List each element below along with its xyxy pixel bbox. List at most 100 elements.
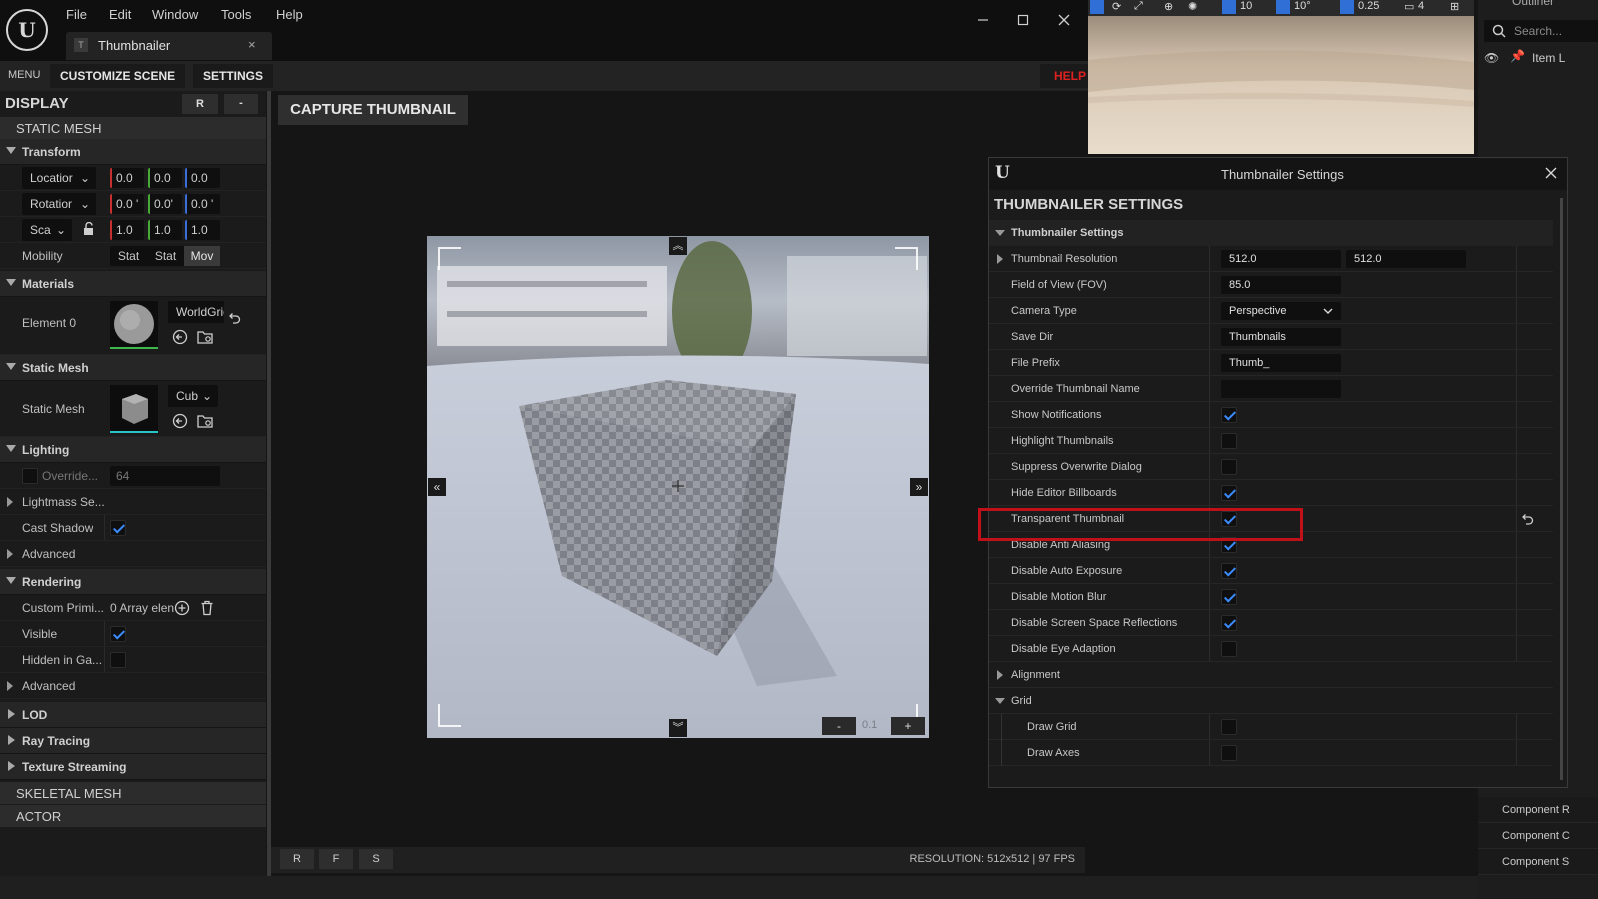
rotation-y-field[interactable]: 0.0' [148, 194, 182, 214]
close-window-icon[interactable] [1051, 8, 1077, 32]
disable-motion-blur-checkbox[interactable] [1221, 589, 1237, 605]
tab-close-icon[interactable]: × [248, 37, 256, 52]
browse-folder-icon[interactable] [197, 329, 214, 345]
level-viewport[interactable] [1088, 0, 1474, 154]
unreal-logo-icon[interactable]: U [6, 9, 48, 51]
menu-file[interactable]: File [66, 7, 87, 22]
move-left-icon[interactable]: « [428, 478, 446, 496]
reset-button[interactable]: R [182, 94, 218, 114]
material-dropdown[interactable]: WorldGrid [168, 301, 224, 323]
section-texture-streaming[interactable]: Texture Streaming [0, 754, 266, 780]
resolution-x-input[interactable]: 512.0 [1221, 250, 1341, 268]
item-label-column[interactable]: Item L [1532, 51, 1565, 65]
eye-icon[interactable]: 👁 [1484, 51, 1499, 65]
override-checkbox[interactable] [22, 468, 38, 484]
grid-snap-icon[interactable] [1222, 0, 1236, 14]
override-name-input[interactable] [1221, 380, 1341, 398]
material-thumbnail[interactable] [110, 301, 158, 349]
close-settings-icon[interactable] [1545, 167, 1557, 179]
mesh-thumbnail[interactable] [110, 385, 158, 433]
delete-icon[interactable] [200, 600, 214, 616]
mobility-stationary-option[interactable]: Stat [147, 246, 184, 266]
draw-grid-checkbox[interactable] [1221, 719, 1237, 735]
settings-group-header[interactable]: Thumbnailer Settings [989, 220, 1553, 246]
hide-billboards-checkbox[interactable] [1221, 485, 1237, 501]
move-right-icon[interactable]: » [910, 478, 928, 496]
rotation-dropdown[interactable]: Rotatior ⌄ [22, 193, 96, 215]
rotation-z-field[interactable]: 0.0 ' [185, 194, 220, 214]
customize-scene-button[interactable]: CUSTOMIZE SCENE [50, 64, 186, 88]
suppress-overwrite-checkbox[interactable] [1221, 459, 1237, 475]
component-row[interactable]: Component R [1478, 797, 1598, 823]
section-rendering[interactable]: Rendering [0, 569, 266, 595]
camera-type-dropdown[interactable]: Perspective [1221, 302, 1341, 320]
grid-row[interactable]: Grid [989, 688, 1553, 714]
rotate-tool-icon[interactable]: ⟳ [1112, 0, 1121, 13]
section-static-mesh[interactable]: Static Mesh [0, 355, 266, 381]
override-value-field[interactable]: 64 [110, 466, 220, 486]
menu-tools[interactable]: Tools [221, 7, 251, 22]
angle-snap-icon[interactable] [1276, 0, 1290, 14]
component-row[interactable]: Component S [1478, 849, 1598, 875]
category-skeletal-mesh[interactable]: SKELETAL MESH [0, 782, 266, 804]
lightmass-row[interactable]: Lightmass Se... [0, 489, 266, 515]
layout-icon[interactable]: ⊞ [1450, 0, 1459, 13]
collapse-button[interactable]: - [224, 94, 258, 114]
reset-to-default-icon[interactable] [1520, 512, 1534, 526]
location-y-field[interactable]: 0.0 [148, 168, 182, 188]
advanced-rendering-row[interactable]: Advanced [0, 673, 266, 699]
move-tool-icon[interactable] [1090, 0, 1104, 14]
move-up-icon[interactable]: ︽ [669, 237, 687, 255]
mobility-static-option[interactable]: Stat [110, 246, 147, 266]
disable-eye-adaption-checkbox[interactable] [1221, 641, 1237, 657]
scale-y-field[interactable]: 1.0 [148, 220, 182, 240]
tab-thumbnailer[interactable]: T Thumbnailer × [66, 32, 272, 60]
scale-dropdown[interactable]: Sca ⌄ [22, 219, 72, 241]
settings-button[interactable]: SETTINGS [193, 64, 274, 88]
world-icon[interactable]: ⊕ [1164, 0, 1173, 13]
category-static-mesh[interactable]: STATIC MESH [0, 117, 266, 139]
category-actor[interactable]: ACTOR [0, 805, 266, 827]
section-transform[interactable]: Transform [0, 139, 266, 165]
mobility-movable-option[interactable]: Mov [184, 246, 220, 266]
angle-snap-value[interactable]: 10° [1294, 0, 1311, 12]
disable-auto-exposure-checkbox[interactable] [1221, 563, 1237, 579]
pin-icon[interactable]: 📌 [1510, 49, 1525, 63]
maximize-icon[interactable] [1010, 8, 1036, 32]
visible-checkbox[interactable] [110, 626, 126, 642]
scale-snap-value[interactable]: 0.25 [1358, 0, 1379, 12]
alignment-row[interactable]: Alignment [989, 662, 1553, 688]
r-button[interactable]: R [280, 849, 314, 869]
expand-arrow-icon[interactable] [997, 254, 1003, 264]
location-z-field[interactable]: 0.0 [185, 168, 220, 188]
reset-arrow-icon[interactable] [227, 311, 241, 325]
scale-x-field[interactable]: 1.0 [110, 220, 144, 240]
draw-axes-checkbox[interactable] [1221, 745, 1237, 761]
section-ray-tracing[interactable]: Ray Tracing [0, 728, 266, 754]
minimize-icon[interactable] [970, 8, 996, 32]
browse-arrow-icon[interactable] [172, 329, 188, 345]
component-row[interactable]: Component C [1478, 823, 1598, 849]
disable-ssr-checkbox[interactable] [1221, 615, 1237, 631]
s-button[interactable]: S [359, 849, 393, 869]
zoom-out-button[interactable]: - [822, 717, 856, 735]
rotation-x-field[interactable]: 0.0 ' [110, 194, 144, 214]
surface-snap-icon[interactable]: ✺ [1188, 0, 1197, 13]
menu-help[interactable]: Help [276, 7, 303, 22]
save-dir-input[interactable]: Thumbnails [1221, 328, 1341, 346]
section-lod[interactable]: LOD [0, 702, 266, 728]
cast-shadow-checkbox[interactable] [110, 520, 126, 536]
zoom-in-button[interactable]: + [891, 717, 925, 735]
scale-snap-icon[interactable] [1340, 0, 1354, 14]
location-dropdown[interactable]: Locatior ⌄ [22, 167, 96, 189]
grid-snap-value[interactable]: 10 [1240, 0, 1252, 12]
show-notifications-checkbox[interactable] [1221, 407, 1237, 423]
file-prefix-input[interactable]: Thumb_ [1221, 354, 1341, 372]
menu-edit[interactable]: Edit [109, 7, 131, 22]
scale-z-field[interactable]: 1.0 [185, 220, 220, 240]
camera-speed-icon[interactable]: ▭ [1404, 0, 1414, 13]
lock-icon[interactable] [82, 222, 96, 236]
outliner-search-input[interactable]: Search... [1484, 20, 1598, 42]
add-element-icon[interactable] [174, 600, 190, 616]
location-x-field[interactable]: 0.0 [110, 168, 144, 188]
